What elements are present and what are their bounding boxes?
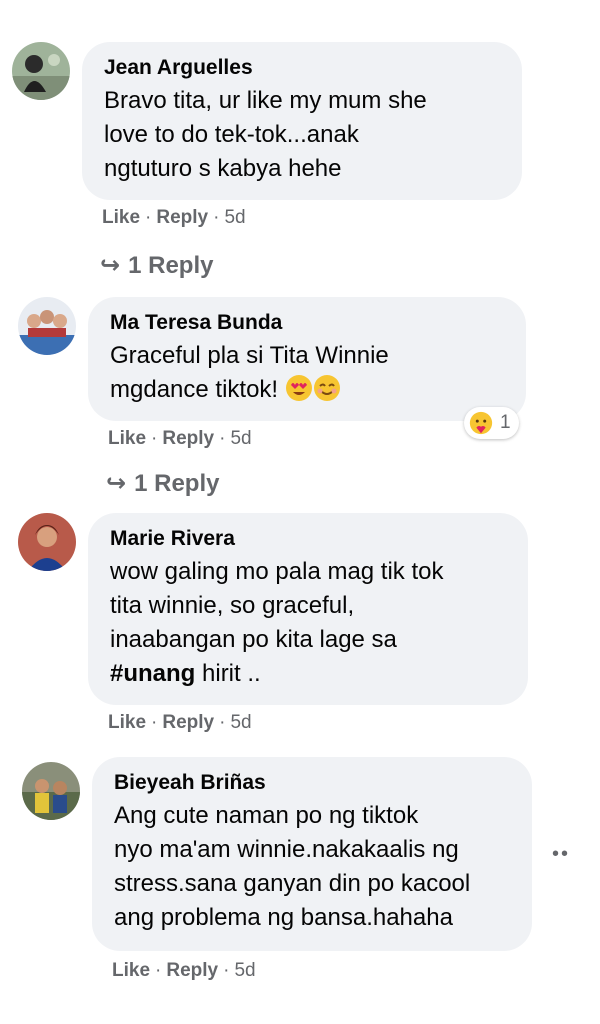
comment-text-body: wow galing mo pala mag tik tok tita winn…	[110, 558, 444, 653]
comment-bubble: Jean Arguelles Bravo tita, ur like my mu…	[82, 42, 522, 200]
timestamp[interactable]: 5d	[230, 428, 251, 449]
comment-text-tail: hirit ..	[195, 660, 261, 687]
like-button[interactable]: Like	[102, 207, 140, 228]
reply-arrow-icon: ↪	[106, 470, 127, 497]
reaction-badge[interactable]: 1	[464, 407, 519, 439]
comment-bubble: Marie Rivera wow galing mo pala mag tik …	[88, 513, 528, 705]
reaction-count: 1	[500, 412, 511, 433]
comment-actions: Like · Reply · 5d	[112, 960, 256, 982]
comment-author[interactable]: Bieyeah Briñas	[114, 771, 510, 795]
comment-actions: Like · Reply · 5d	[108, 428, 252, 450]
separator: ·	[155, 960, 162, 981]
separator: ·	[213, 207, 220, 228]
like-button[interactable]: Like	[112, 960, 150, 981]
avatar[interactable]	[18, 297, 76, 355]
comment-author[interactable]: Marie Rivera	[110, 527, 506, 551]
separator: ·	[145, 207, 152, 228]
avatar[interactable]	[22, 762, 80, 820]
smiling-emoji-icon	[313, 375, 340, 401]
hashtag-link[interactable]: #unang	[110, 660, 195, 687]
reply-arrow-icon: ↪	[100, 252, 121, 279]
comment-actions: Like · Reply · 5d	[102, 207, 246, 229]
comment-text: Bravo tita, ur like my mum she love to d…	[104, 87, 427, 182]
comment-text-body: Graceful pla si Tita Winnie mgdance tikt…	[110, 342, 389, 403]
separator: ·	[151, 428, 158, 449]
comment-author[interactable]: Ma Teresa Bunda	[110, 311, 504, 335]
comment-actions: Like · Reply · 5d	[108, 712, 252, 734]
comment-bubble: Ma Teresa Bunda Graceful pla si Tita Win…	[88, 297, 526, 421]
separator: ·	[223, 960, 230, 981]
replies-count: 1 Reply	[128, 252, 214, 279]
timestamp[interactable]: 5d	[230, 712, 251, 733]
comment-bubble: Bieyeah Briñas Ang cute naman po ng tikt…	[92, 757, 532, 951]
separator: ·	[151, 712, 158, 733]
care-reaction-icon	[469, 411, 493, 435]
view-replies-link[interactable]: ↪ 1 Reply	[100, 252, 213, 280]
separator: ·	[219, 712, 226, 733]
replies-count: 1 Reply	[134, 470, 220, 497]
reply-button[interactable]: Reply	[162, 428, 214, 449]
timestamp[interactable]: 5d	[224, 207, 245, 228]
timestamp[interactable]: 5d	[234, 960, 255, 981]
avatar[interactable]	[18, 513, 76, 571]
comment-text: Graceful pla si Tita Winnie mgdance tikt…	[110, 339, 504, 407]
reply-button[interactable]: Reply	[156, 207, 208, 228]
comment-text: wow galing mo pala mag tik tok tita winn…	[110, 555, 506, 691]
heart-eyes-emoji-icon	[285, 375, 312, 401]
reply-button[interactable]: Reply	[166, 960, 218, 981]
like-button[interactable]: Like	[108, 428, 146, 449]
avatar[interactable]	[12, 42, 70, 100]
reply-button[interactable]: Reply	[162, 712, 214, 733]
like-button[interactable]: Like	[108, 712, 146, 733]
view-replies-link[interactable]: ↪ 1 Reply	[106, 470, 219, 498]
separator: ·	[219, 428, 226, 449]
more-options-icon[interactable]: ••	[552, 843, 570, 866]
comment-author[interactable]: Jean Arguelles	[104, 56, 500, 80]
comment-text: Ang cute naman po ng tiktok nyo ma'am wi…	[114, 802, 471, 931]
